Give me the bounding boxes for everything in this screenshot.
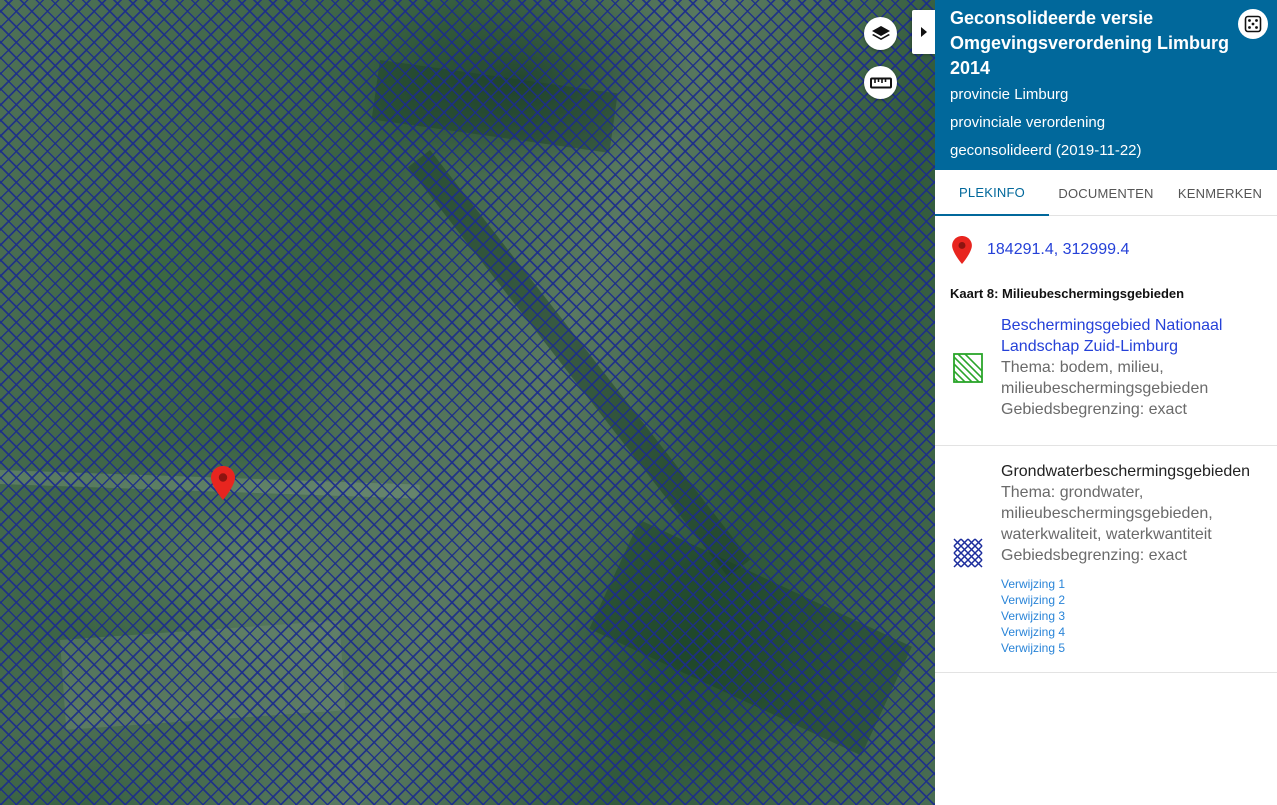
document-type: provinciale verordening	[950, 114, 1106, 131]
panel-tabs: PLEKINFO DOCUMENTEN KENMERKEN	[935, 170, 1277, 216]
measure-button[interactable]	[864, 66, 897, 99]
feature-item: Grondwaterbeschermingsgebieden Thema: gr…	[935, 461, 1277, 673]
panel-toggle-button[interactable]	[912, 10, 935, 54]
reference-link-5[interactable]: Verwijzing 5	[1001, 640, 1277, 656]
diagonal-hatch-green-icon	[953, 352, 983, 383]
layers-icon	[871, 25, 890, 40]
location-row: 184291.4, 312999.4	[935, 216, 1277, 272]
ruler-icon	[869, 77, 892, 88]
groundwater-protection-overlay	[0, 0, 935, 805]
tab-plekinfo[interactable]: PLEKINFO	[935, 170, 1049, 216]
feature-legend	[952, 315, 984, 420]
expand-button[interactable]	[1238, 9, 1268, 39]
feature-boundary: Gebiedsbegrenzing: exact	[1001, 401, 1187, 418]
reference-link-4[interactable]: Verwijzing 4	[1001, 624, 1277, 640]
map-pin-icon[interactable]	[211, 466, 235, 500]
tab-kenmerken[interactable]: KENMERKEN	[1163, 170, 1277, 216]
feature-legend	[952, 461, 984, 656]
layers-button[interactable]	[864, 17, 897, 50]
info-panel: Geconsolideerde versie Omgevingsverorden…	[935, 0, 1277, 805]
document-authority: provincie Limburg	[950, 86, 1069, 103]
feature-item: Beschermingsgebied Nationaal Landschap Z…	[935, 315, 1277, 446]
document-title: Geconsolideerde versie Omgevingsverorden…	[950, 8, 1230, 78]
feature-name: Grondwaterbeschermingsgebieden	[1001, 463, 1251, 480]
cross-hatch-blue-icon	[953, 538, 983, 568]
reference-list: Verwijzing 1 Verwijzing 2 Verwijzing 3 V…	[1001, 576, 1277, 656]
reference-link-3[interactable]: Verwijzing 3	[1001, 608, 1277, 624]
coordinates-link[interactable]: 184291.4, 312999.4	[987, 241, 1129, 259]
map-section-title: Kaart 8: Milieubeschermingsgebieden	[950, 286, 1185, 301]
map-view[interactable]	[0, 0, 935, 805]
expand-icon	[1244, 15, 1262, 33]
reference-link-2[interactable]: Verwijzing 2	[1001, 592, 1277, 608]
feature-theme: Thema: bodem, milieu, milieubeschermings…	[1001, 359, 1209, 397]
feature-theme: Thema: grondwater, milieubeschermingsgeb…	[1001, 484, 1213, 543]
feature-boundary: Gebiedsbegrenzing: exact	[1001, 547, 1187, 564]
tab-documenten[interactable]: DOCUMENTEN	[1049, 170, 1163, 216]
panel-header: Geconsolideerde versie Omgevingsverorden…	[935, 0, 1277, 170]
document-status: geconsolideerd (2019-11-22)	[950, 142, 1142, 159]
reference-link-1[interactable]: Verwijzing 1	[1001, 576, 1277, 592]
map-pin-icon	[952, 236, 972, 264]
caret-right-icon	[920, 27, 927, 37]
feature-name-link[interactable]: Beschermingsgebied Nationaal Landschap Z…	[1001, 315, 1277, 357]
